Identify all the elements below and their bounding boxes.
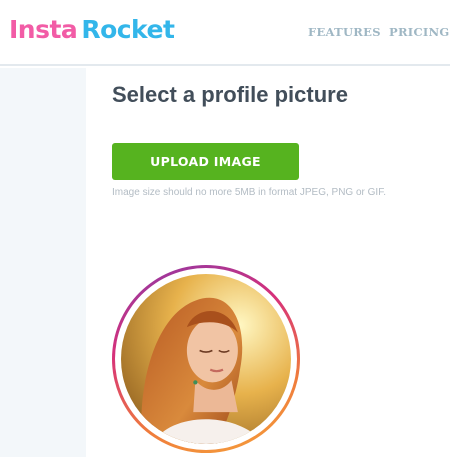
nav-features-link[interactable]: FEATURES <box>308 25 381 39</box>
instarocket-logo[interactable]: Insta Rocket <box>9 13 175 47</box>
avatar-portrait-image <box>121 274 291 444</box>
left-sidebar <box>0 68 86 457</box>
top-header: Insta Rocket FEATURES PRICING <box>0 0 450 66</box>
profile-picture-preview <box>112 265 300 453</box>
page-title: Select a profile picture <box>112 82 348 107</box>
upload-image-button[interactable]: UPLOAD IMAGE <box>112 143 299 180</box>
upload-hint-text: Image size should no more 5MB in format … <box>112 187 386 198</box>
avatar-photo <box>121 274 291 444</box>
logo-rocket-text: Rocket <box>81 15 175 44</box>
avatar-ring-gap <box>115 268 297 450</box>
logo-insta-text: Insta <box>9 15 78 44</box>
nav-pricing-link[interactable]: PRICING <box>389 25 450 39</box>
